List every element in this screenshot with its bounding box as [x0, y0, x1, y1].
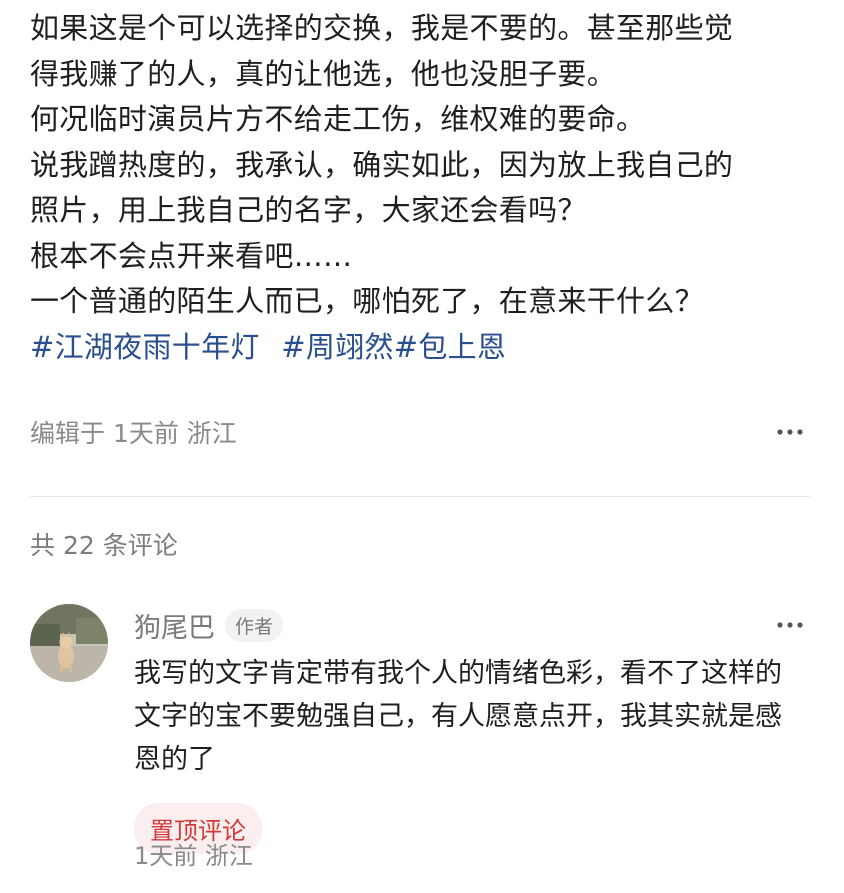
hashtag-link[interactable]: #江湖夜雨十年灯 — [30, 330, 260, 364]
section-divider — [30, 496, 810, 497]
post-text-line: 何况临时演员片方不给走工伤，维权难的要命。 — [30, 102, 646, 136]
comment-main: 狗尾巴 作者 我写的文字肯定带有我个人的情绪色彩，看不了这样的 文字的宝不要勉强… — [134, 600, 810, 854]
post-meta-row: 编辑于 1天前 浙江 — [30, 410, 810, 454]
post-detail-page: 如果这是个可以选择的交换，我是不要的。甚至那些觉 得我赚了的人，真的让他选，他也… — [0, 0, 844, 893]
dog-photo-avatar — [30, 604, 108, 682]
hashtag-link[interactable]: #包上恩 — [394, 330, 507, 364]
comment-text-line: 恩的了 — [134, 744, 215, 775]
post-text-line: 照片，用上我自己的名字，大家还会看吗？ — [30, 193, 587, 227]
comment-header: 狗尾巴 作者 — [134, 600, 810, 650]
post-text-line: 得我赚了的人，真的让他选，他也没胆子要。 — [30, 56, 617, 91]
comment-text: 我写的文字肯定带有我个人的情绪色彩，看不了这样的 文字的宝不要勉强自己，有人愿意… — [134, 652, 810, 781]
hashtag-row: #江湖夜雨十年灯 #周翊然#包上恩 — [30, 325, 820, 371]
avatar[interactable] — [30, 604, 108, 682]
post-text-line: 根本不会点开来看吧…… — [30, 238, 353, 273]
ellipsis-icon[interactable] — [770, 610, 810, 640]
comment-time: 1天前 浙江 — [134, 842, 253, 870]
ellipsis-icon[interactable] — [770, 417, 810, 447]
author-badge: 作者 — [225, 608, 284, 642]
post-text-line: 一个普通的陌生人而已，哪怕死了，在意来干什么？ — [30, 284, 704, 318]
post-text-line: 说我蹭热度的，我承认，确实如此，因为放上我自己的 — [30, 147, 734, 182]
comment-text-line: 文字的宝不要勉强自己，有人愿意点开，我其实就是感 — [134, 701, 782, 732]
post-body: 如果这是个可以选择的交换，我是不要的。甚至那些觉 得我赚了的人，真的让他选，他也… — [30, 6, 820, 370]
post-edit-info: 编辑于 1天前 浙江 — [30, 419, 237, 448]
comment-text-line: 我写的文字肯定带有我个人的情绪色彩，看不了这样的 — [134, 658, 782, 689]
comment-count: 共 22 条评论 — [30, 531, 178, 560]
comment-author[interactable]: 狗尾巴 — [134, 606, 215, 645]
post-text-line: 如果这是个可以选择的交换，我是不要的。甚至那些觉 — [30, 11, 734, 45]
hashtag-link[interactable]: #周翊然 — [281, 330, 394, 364]
